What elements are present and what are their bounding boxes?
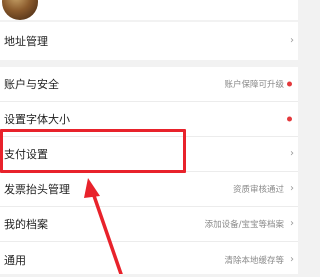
menu-item-value: 添加设备/宝宝等档案 xyxy=(204,220,284,230)
menu-item-label: 发票抬头管理 xyxy=(4,183,70,196)
address-group: 地址管理 › xyxy=(0,22,298,60)
chevron-right-icon: › xyxy=(290,34,294,46)
menu-item-label: 账户与安全 xyxy=(4,78,59,91)
chevron-right-icon: › xyxy=(290,147,294,159)
profile-header-strip xyxy=(0,0,298,20)
highlight-box xyxy=(0,129,186,173)
chevron-right-icon: › xyxy=(290,253,294,265)
menu-item-address[interactable]: 地址管理 › xyxy=(0,22,298,60)
notification-dot-icon xyxy=(287,81,292,87)
menu-item-value: 账户保障可升级 xyxy=(224,80,284,90)
menu-item-label: 我的档案 xyxy=(4,218,48,231)
menu-item-general[interactable]: 通用 清除本地缓存等 › xyxy=(0,242,298,277)
chevron-right-icon: › xyxy=(290,217,294,229)
chevron-right-icon: › xyxy=(290,182,294,194)
notification-dot-icon xyxy=(287,116,292,122)
menu-item-invoice-title[interactable]: 发票抬头管理 资质审核通过 › xyxy=(0,172,298,207)
menu-item-my-archive[interactable]: 我的档案 添加设备/宝宝等档案 › xyxy=(0,207,298,242)
menu-item-account-security[interactable]: 账户与安全 账户保障可升级 xyxy=(0,67,298,102)
menu-item-label: 通用 xyxy=(4,253,26,267)
menu-item-label: 设置字体大小 xyxy=(4,113,70,126)
menu-item-label: 地址管理 xyxy=(4,35,48,48)
menu-item-value: 资质审核通过 xyxy=(232,185,284,195)
avatar[interactable] xyxy=(2,0,38,20)
menu-item-value: 清除本地缓存等 xyxy=(224,255,284,266)
